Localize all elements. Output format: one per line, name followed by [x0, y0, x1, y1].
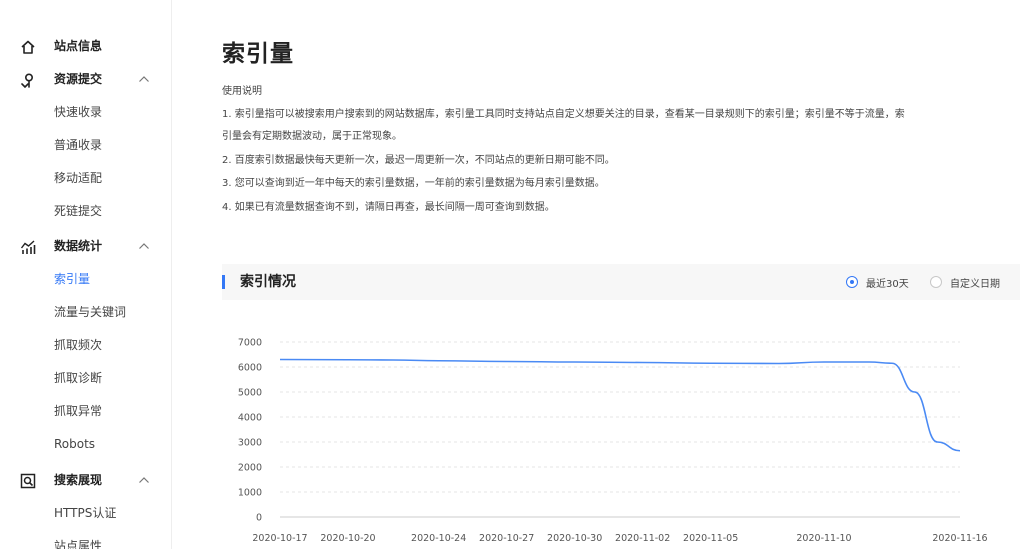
index-volume-chart-svg: 0 1000 2000 3000 4000 5000 6000 7000 2020-10-17 2…	[238, 338, 988, 545]
radio-label: 最近30天	[866, 278, 909, 290]
sidebar-item-robots[interactable]: Robots	[54, 428, 164, 461]
x-tick-label: 2020-10-30	[547, 533, 602, 544]
sidebar-item-site-attributes[interactable]: 站点属性	[54, 530, 164, 549]
usage-line: 引量会有定期数据波动，属于正常现象。	[222, 131, 402, 142]
home-icon	[21, 40, 35, 54]
y-tick-label: 2000	[238, 463, 262, 474]
sidebar-item-traffic-keywords[interactable]: 流量与关键词	[54, 296, 164, 329]
y-tick-label: 0	[256, 513, 262, 524]
nav-group-label: 站点信息	[54, 39, 103, 53]
nav-group-resource-submit[interactable]: 资源提交	[0, 63, 172, 96]
index-section-header: 索引情况 最近30天 自定义日期	[222, 264, 1020, 300]
search-display-icon	[20, 473, 36, 489]
radio-checked-icon[interactable]	[846, 276, 858, 288]
y-tick-label: 4000	[238, 413, 262, 424]
x-tick-label: 2020-11-05	[683, 533, 738, 544]
x-tick-label: 2020-11-10	[796, 533, 851, 544]
radio-last-30-days[interactable]: 最近30天	[846, 264, 909, 300]
x-tick-label: 2020-10-17	[252, 533, 307, 544]
series-line	[279, 358, 961, 452]
section-title: 索引情况	[240, 274, 296, 290]
y-tick-label: 3000	[238, 438, 262, 449]
nav-group-label: 数据统计	[54, 239, 103, 253]
usage-line: 4. 如果已有流量数据查询不到，请隔日再查，最长间隔一周可查询到数据。	[222, 202, 555, 213]
y-tick-label: 1000	[238, 488, 262, 499]
chevron-up-icon[interactable]	[138, 475, 150, 485]
section-accent-bar	[222, 275, 225, 289]
sidebar-item-index-volume[interactable]: 索引量	[54, 263, 164, 296]
usage-title: 使用说明	[222, 86, 262, 97]
x-tick-label: 2020-10-20	[320, 533, 375, 544]
page-title: 索引量	[222, 41, 294, 67]
usage-line: 1. 索引量指可以被搜索用户搜索到的网站数据库，索引量工具同时支持站点自定义想要…	[222, 109, 905, 120]
radio-custom-date[interactable]: 自定义日期	[930, 264, 1000, 300]
radio-unchecked-icon[interactable]	[930, 276, 942, 288]
stats-chart-icon	[20, 240, 36, 254]
usage-line: 3. 您可以查询到近一年中每天的索引量数据，一年前的索引量数据为每月索引量数据。	[222, 178, 605, 189]
chevron-up-icon[interactable]	[138, 241, 150, 251]
sidebar-item-https-auth[interactable]: HTTPS认证	[54, 497, 164, 530]
main-content: 索引量 使用说明 1. 索引量指可以被搜索用户搜索到的网站数据库，索引量工具同时…	[222, 0, 1024, 549]
nav-group-site-info[interactable]: 站点信息	[0, 30, 172, 63]
x-tick-label: 2020-11-16	[932, 533, 987, 544]
x-tick-label: 2020-10-27	[479, 533, 534, 544]
x-tick-label: 2020-10-24	[411, 533, 466, 544]
sidebar-item-crawl-frequency[interactable]: 抓取频次	[54, 329, 164, 362]
y-tick-label: 7000	[238, 338, 262, 349]
y-tick-label: 6000	[238, 363, 262, 374]
sidebar-nav: 站点信息 资源提交 快速收录 普通收录 移动适配 死链提交 数据统计 索引量 流…	[0, 0, 172, 549]
y-tick-label: 5000	[238, 388, 262, 399]
sidebar-item-normal-index[interactable]: 普通收录	[54, 129, 164, 162]
x-tick-label: 2020-11-02	[615, 533, 670, 544]
sidebar-item-crawl-diagnosis[interactable]: 抓取诊断	[54, 362, 164, 395]
nav-group-search-display[interactable]: 搜索展现	[0, 464, 172, 497]
nav-group-data-stats[interactable]: 数据统计	[0, 230, 172, 263]
upload-pin-icon	[21, 73, 34, 88]
nav-group-label: 搜索展现	[54, 473, 103, 487]
sidebar-item-dead-link[interactable]: 死链提交	[54, 195, 164, 228]
sidebar-item-crawl-errors[interactable]: 抓取异常	[54, 395, 164, 428]
nav-group-label: 资源提交	[54, 72, 103, 86]
sidebar-item-fast-index[interactable]: 快速收录	[54, 96, 164, 129]
chevron-up-icon[interactable]	[138, 74, 150, 84]
usage-line: 2. 百度索引数据最快每天更新一次，最迟一周更新一次，不同站点的更新日期可能不同…	[222, 155, 615, 166]
radio-label: 自定义日期	[950, 278, 1000, 290]
sidebar-item-mobile-adapt[interactable]: 移动适配	[54, 162, 164, 195]
index-volume-chart: 0 1000 2000 3000 4000 5000 6000 7000 2020-10-17 2…	[222, 330, 1020, 549]
